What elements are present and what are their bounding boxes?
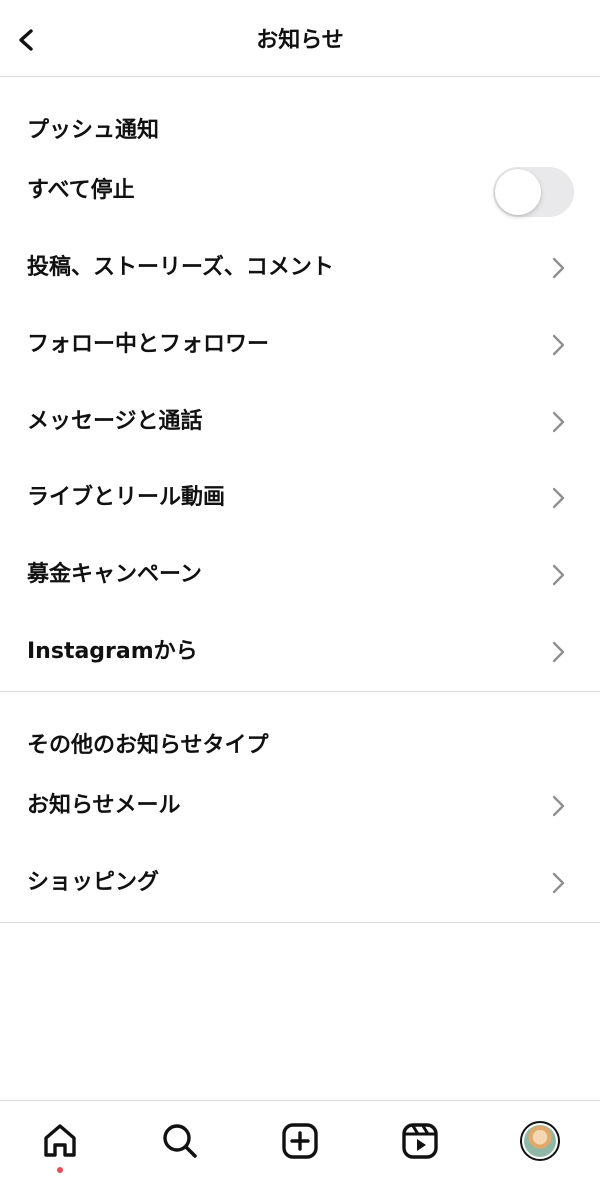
- search-icon: [163, 1124, 197, 1158]
- row-label: フォロー中とフォロワー: [27, 332, 270, 357]
- row-posts-stories-comments[interactable]: 投稿、ストーリーズ、コメント: [0, 240, 600, 296]
- avatar-image: [524, 1125, 556, 1157]
- row-label: Instagramから: [27, 639, 198, 664]
- create-post-icon: [282, 1123, 318, 1159]
- header-bar: お知らせ: [0, 0, 600, 77]
- home-icon: [44, 1124, 76, 1157]
- section-title-push: プッシュ通知: [27, 118, 160, 143]
- bottom-tab-bar: [0, 1100, 600, 1179]
- tab-create[interactable]: [277, 1118, 323, 1164]
- page-title: お知らせ: [256, 28, 344, 53]
- row-label: お知らせメール: [27, 793, 181, 818]
- section-divider: [0, 922, 600, 923]
- tab-search[interactable]: [157, 1118, 203, 1164]
- chevron-right-icon: [552, 795, 565, 817]
- row-label: 募金キャンペーン: [27, 562, 202, 587]
- section-divider: [0, 691, 600, 692]
- chevron-right-icon: [552, 411, 565, 433]
- profile-avatar: [520, 1121, 560, 1161]
- toggle-knob: [495, 169, 541, 215]
- row-messages-calls[interactable]: メッセージと通話: [0, 394, 600, 450]
- chevron-right-icon: [552, 257, 565, 279]
- row-label: 投稿、ストーリーズ、コメント: [27, 255, 334, 280]
- row-email-notifications[interactable]: お知らせメール: [0, 778, 600, 834]
- row-live-reels[interactable]: ライブとリール動画: [0, 470, 600, 526]
- chevron-right-icon: [552, 564, 565, 586]
- reels-icon: [402, 1123, 438, 1159]
- chevron-right-icon: [552, 872, 565, 894]
- pause-all-toggle[interactable]: [493, 167, 574, 217]
- tab-reels[interactable]: [397, 1118, 443, 1164]
- row-label: ライブとリール動画: [27, 485, 226, 510]
- row-label: メッセージと通話: [27, 409, 203, 434]
- row-fundraisers[interactable]: 募金キャンペーン: [0, 547, 600, 603]
- tab-profile[interactable]: [517, 1118, 563, 1164]
- chevron-right-icon: [552, 487, 565, 509]
- pause-all-label: すべて停止: [27, 178, 135, 203]
- row-label: ショッピング: [27, 870, 160, 895]
- section-title-other: その他のお知らせタイプ: [27, 733, 269, 758]
- tab-home[interactable]: [37, 1118, 83, 1164]
- row-shopping[interactable]: ショッピング: [0, 855, 600, 911]
- row-following-followers[interactable]: フォロー中とフォロワー: [0, 317, 600, 373]
- chevron-right-icon: [552, 334, 565, 356]
- notification-dot: [57, 1167, 63, 1173]
- chevron-right-icon: [552, 641, 565, 663]
- row-from-instagram[interactable]: Instagramから: [0, 624, 600, 680]
